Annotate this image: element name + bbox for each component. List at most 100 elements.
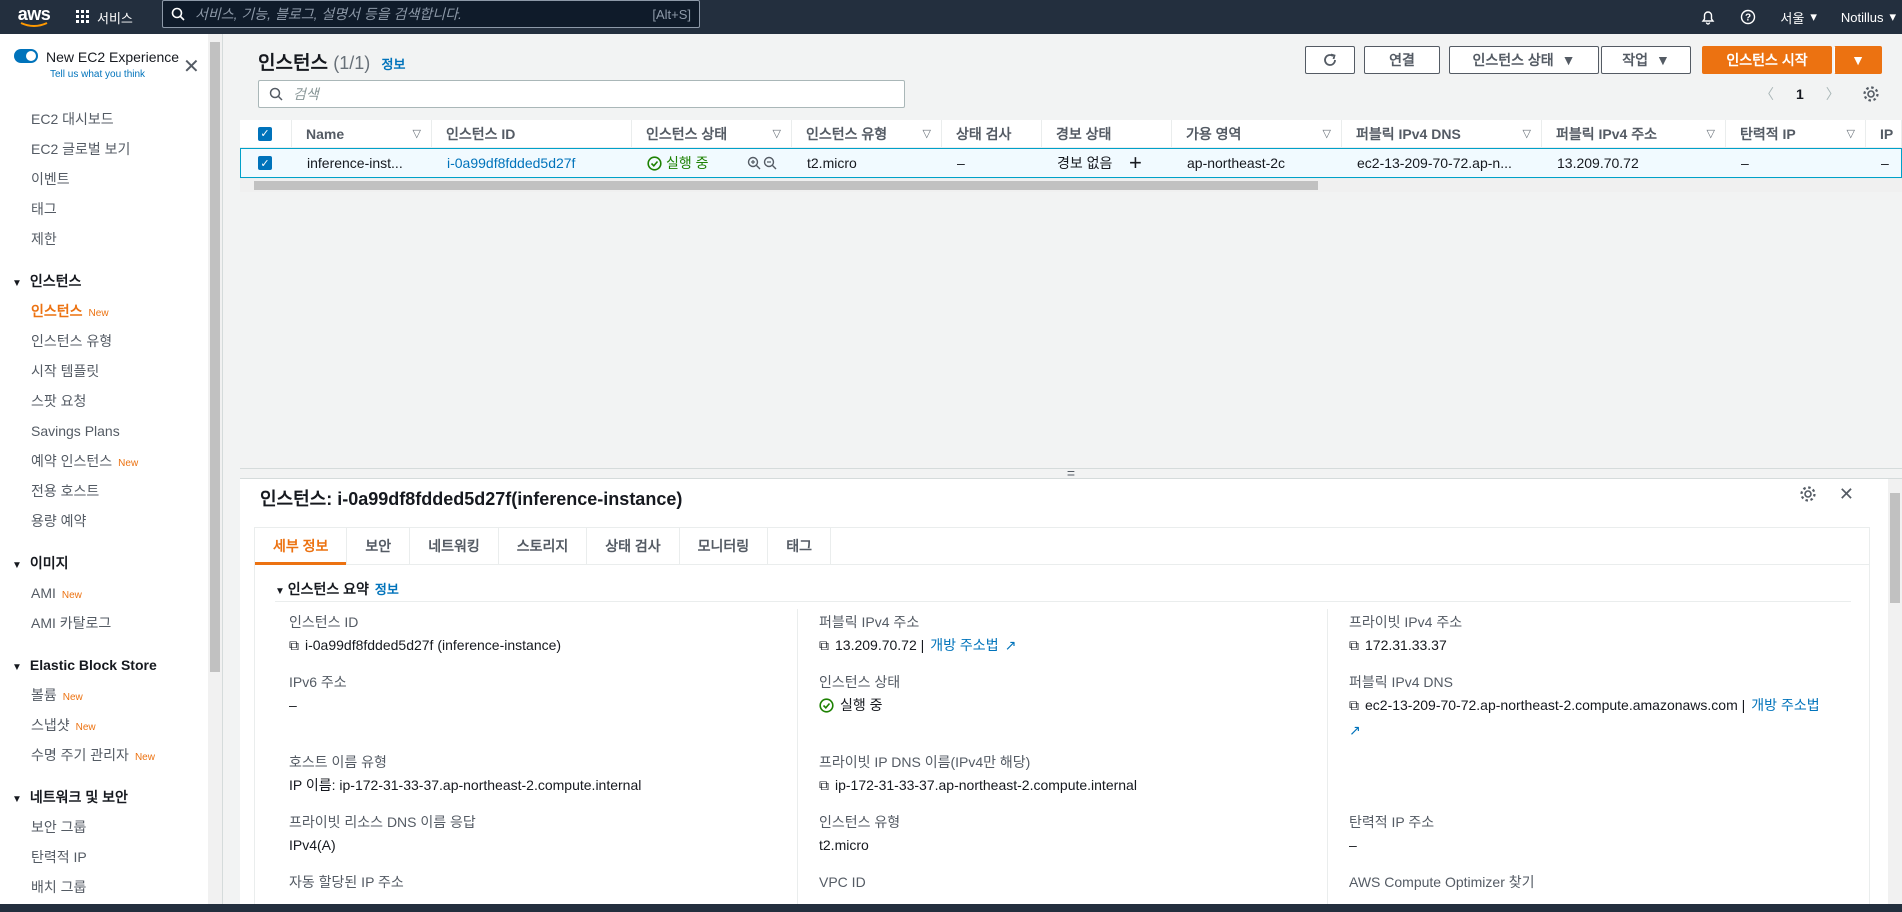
sidebar-item-1[interactable]: EC2 글로벌 보기 (0, 134, 210, 164)
column-header-state[interactable]: 인스턴스 상태 ▽ (632, 120, 792, 147)
sidebar-item-8[interactable]: 시작 템플릿 (0, 356, 210, 386)
new-experience-toggle[interactable] (14, 49, 38, 63)
column-header-status-check[interactable]: 상태 검사 (942, 120, 1042, 147)
sidebar-section-21[interactable]: 네트워크 및 보안 (0, 782, 210, 812)
info-link[interactable]: 정보 (382, 57, 406, 72)
sidebar-item-6[interactable]: 인스턴스 New (0, 296, 210, 326)
new-badge: New (62, 692, 83, 703)
services-menu[interactable]: 서비스 (76, 8, 133, 27)
open-address-link[interactable]: 개방 주소법 (1751, 694, 1819, 716)
table-row[interactable]: ✓ inference-inst... i-0a99df8fdded5d27f … (240, 148, 1902, 178)
row-checkbox[interactable]: ✓ (241, 149, 293, 177)
notifications-bell-icon[interactable] (1700, 9, 1716, 25)
info-link[interactable]: 정보 (375, 582, 399, 597)
account-menu[interactable]: Notillus ▾ (1841, 9, 1896, 25)
cell-ip: – (1881, 155, 1889, 171)
column-header-ip[interactable]: IP (1866, 120, 1902, 147)
instance-id-link[interactable]: i-0a99df8fdded5d27f (433, 149, 633, 177)
region-selector[interactable]: 서울 ▾ (1780, 8, 1816, 27)
sidebar-item-11[interactable]: 예약 인스턴스 New (0, 446, 210, 476)
copy-icon[interactable]: ⧉ (289, 634, 299, 656)
sidebar-item-12[interactable]: 전용 호스트 (0, 476, 210, 506)
copy-icon[interactable]: ⧉ (819, 634, 829, 656)
sidebar-section-5[interactable]: 인스턴스 (0, 266, 210, 296)
global-search-input[interactable]: 서비스, 기능, 블로그, 설명서 등을 검색합니다. [Alt+S] (162, 0, 700, 28)
region-label: 서울 (1780, 10, 1805, 26)
cell-ipv4: 13.209.70.72 (1557, 155, 1639, 171)
sidebar-scrollbar[interactable] (208, 34, 222, 904)
sidebar-item-7[interactable]: 인스턴스 유형 (0, 326, 210, 356)
launch-dropdown-button[interactable]: ▼ (1834, 46, 1882, 74)
instance-search-input[interactable]: 검색 (258, 80, 905, 108)
refresh-button[interactable] (1305, 46, 1355, 74)
help-icon[interactable]: ? (1740, 9, 1756, 25)
close-icon[interactable]: ✕ (1839, 485, 1854, 503)
sidebar-item-0[interactable]: EC2 대시보드 (0, 104, 210, 134)
tab-tags[interactable]: 태그 (768, 528, 831, 564)
instance-state-button[interactable]: 인스턴스 상태 ▼ (1449, 46, 1599, 74)
detail-scrollbar[interactable] (1888, 479, 1902, 905)
split-panel-handle[interactable]: = (240, 466, 1902, 480)
tab-status-checks[interactable]: 상태 검사 (587, 528, 680, 564)
page-number[interactable]: 1 (1796, 86, 1804, 102)
column-header-eip[interactable]: 탄력적 IP ▽ (1726, 120, 1866, 147)
column-header-name[interactable]: Name ▽ (292, 120, 432, 147)
prev-page-icon[interactable]: 〈 (1760, 84, 1774, 104)
sidebar-item-22[interactable]: 보안 그룹 (0, 812, 210, 842)
add-alarm-icon[interactable]: + (1129, 152, 1142, 174)
sidebar-section-14[interactable]: 이미지 (0, 548, 210, 578)
next-page-icon[interactable]: 〉 (1826, 84, 1840, 104)
column-header-public-ipv4[interactable]: 퍼블릭 IPv4 주소 ▽ (1542, 120, 1726, 147)
field-value: – (1349, 837, 1357, 853)
sidebar-item-19[interactable]: 스냅샷 New (0, 710, 210, 740)
copy-icon[interactable]: ⧉ (819, 774, 829, 796)
sidebar-item-23[interactable]: 탄력적 IP (0, 842, 210, 872)
settings-gear-icon[interactable] (1799, 485, 1817, 503)
zoom-out-icon[interactable] (763, 156, 777, 170)
tab-details[interactable]: 세부 정보 (255, 528, 348, 565)
launch-instance-button[interactable]: 인스턴스 시작 (1702, 46, 1832, 74)
sidebar-item-3[interactable]: 태그 (0, 194, 210, 224)
sidebar-item-18[interactable]: 볼륨 New (0, 680, 210, 710)
tab-monitoring[interactable]: 모니터링 (680, 528, 769, 564)
sidebar-item-13[interactable]: 용량 예약 (0, 506, 210, 536)
settings-gear-icon[interactable] (1862, 85, 1880, 103)
column-header-public-dns[interactable]: 퍼블릭 IPv4 DNS ▽ (1342, 120, 1542, 147)
open-address-link[interactable]: 개방 주소법 (930, 634, 998, 656)
column-header-alarm[interactable]: 경보 상태 (1042, 120, 1172, 147)
column-header-type[interactable]: 인스턴스 유형 ▽ (792, 120, 942, 147)
pagination: 〈 1 〉 (1760, 84, 1880, 104)
sidebar-item-20[interactable]: 수명 주기 관리자 New (0, 740, 210, 770)
sidebar-item-9[interactable]: 스팟 요청 (0, 386, 210, 416)
sidebar-item-10[interactable]: Savings Plans (0, 416, 210, 446)
sidebar-item-16[interactable]: AMI 카탈로그 (0, 608, 210, 638)
copy-icon[interactable]: ⧉ (1349, 694, 1359, 716)
select-all-checkbox[interactable]: ✓ (240, 120, 292, 147)
field-label: 퍼블릭 IPv4 DNS (1349, 674, 1453, 690)
close-icon[interactable]: ✕ (183, 54, 200, 79)
sidebar-item-2[interactable]: 이벤트 (0, 164, 210, 194)
actions-button[interactable]: 작업 ▼ (1601, 46, 1691, 74)
column-header-instance-id[interactable]: 인스턴스 ID (432, 120, 632, 147)
external-link-icon[interactable]: ↗ (1349, 719, 1361, 741)
sidebar-item-label: 수명 주기 관리자 (31, 747, 129, 763)
feedback-link[interactable]: Tell us what you think (50, 69, 145, 80)
external-link-icon[interactable]: ↗ (1005, 634, 1017, 656)
sidebar-item-4[interactable]: 제한 (0, 224, 210, 254)
copy-icon[interactable]: ⧉ (1349, 634, 1359, 656)
column-header-az[interactable]: 가용 영역 ▽ (1172, 120, 1342, 147)
sidebar-item-24[interactable]: 배치 그룹 (0, 872, 210, 902)
chevron-down-icon: ▾ (1889, 9, 1896, 24)
sidebar-nav: EC2 대시보드EC2 글로벌 보기이벤트태그제한인스턴스인스턴스New인스턴스… (0, 104, 210, 902)
sidebar-item-15[interactable]: AMI New (0, 578, 210, 608)
connect-button[interactable]: 연결 (1364, 46, 1440, 74)
aws-logo[interactable]: aws (0, 0, 68, 34)
tab-security[interactable]: 보안 (347, 528, 411, 564)
sidebar-section-17[interactable]: Elastic Block Store (0, 650, 210, 680)
horizontal-scrollbar[interactable] (240, 178, 1902, 192)
section-header[interactable]: 인스턴스 요약정보 (275, 579, 399, 599)
tab-storage[interactable]: 스토리지 (499, 528, 588, 564)
field-label: 인스턴스 ID (289, 614, 359, 630)
zoom-in-icon[interactable] (747, 156, 761, 170)
tab-networking[interactable]: 네트워킹 (410, 528, 499, 564)
